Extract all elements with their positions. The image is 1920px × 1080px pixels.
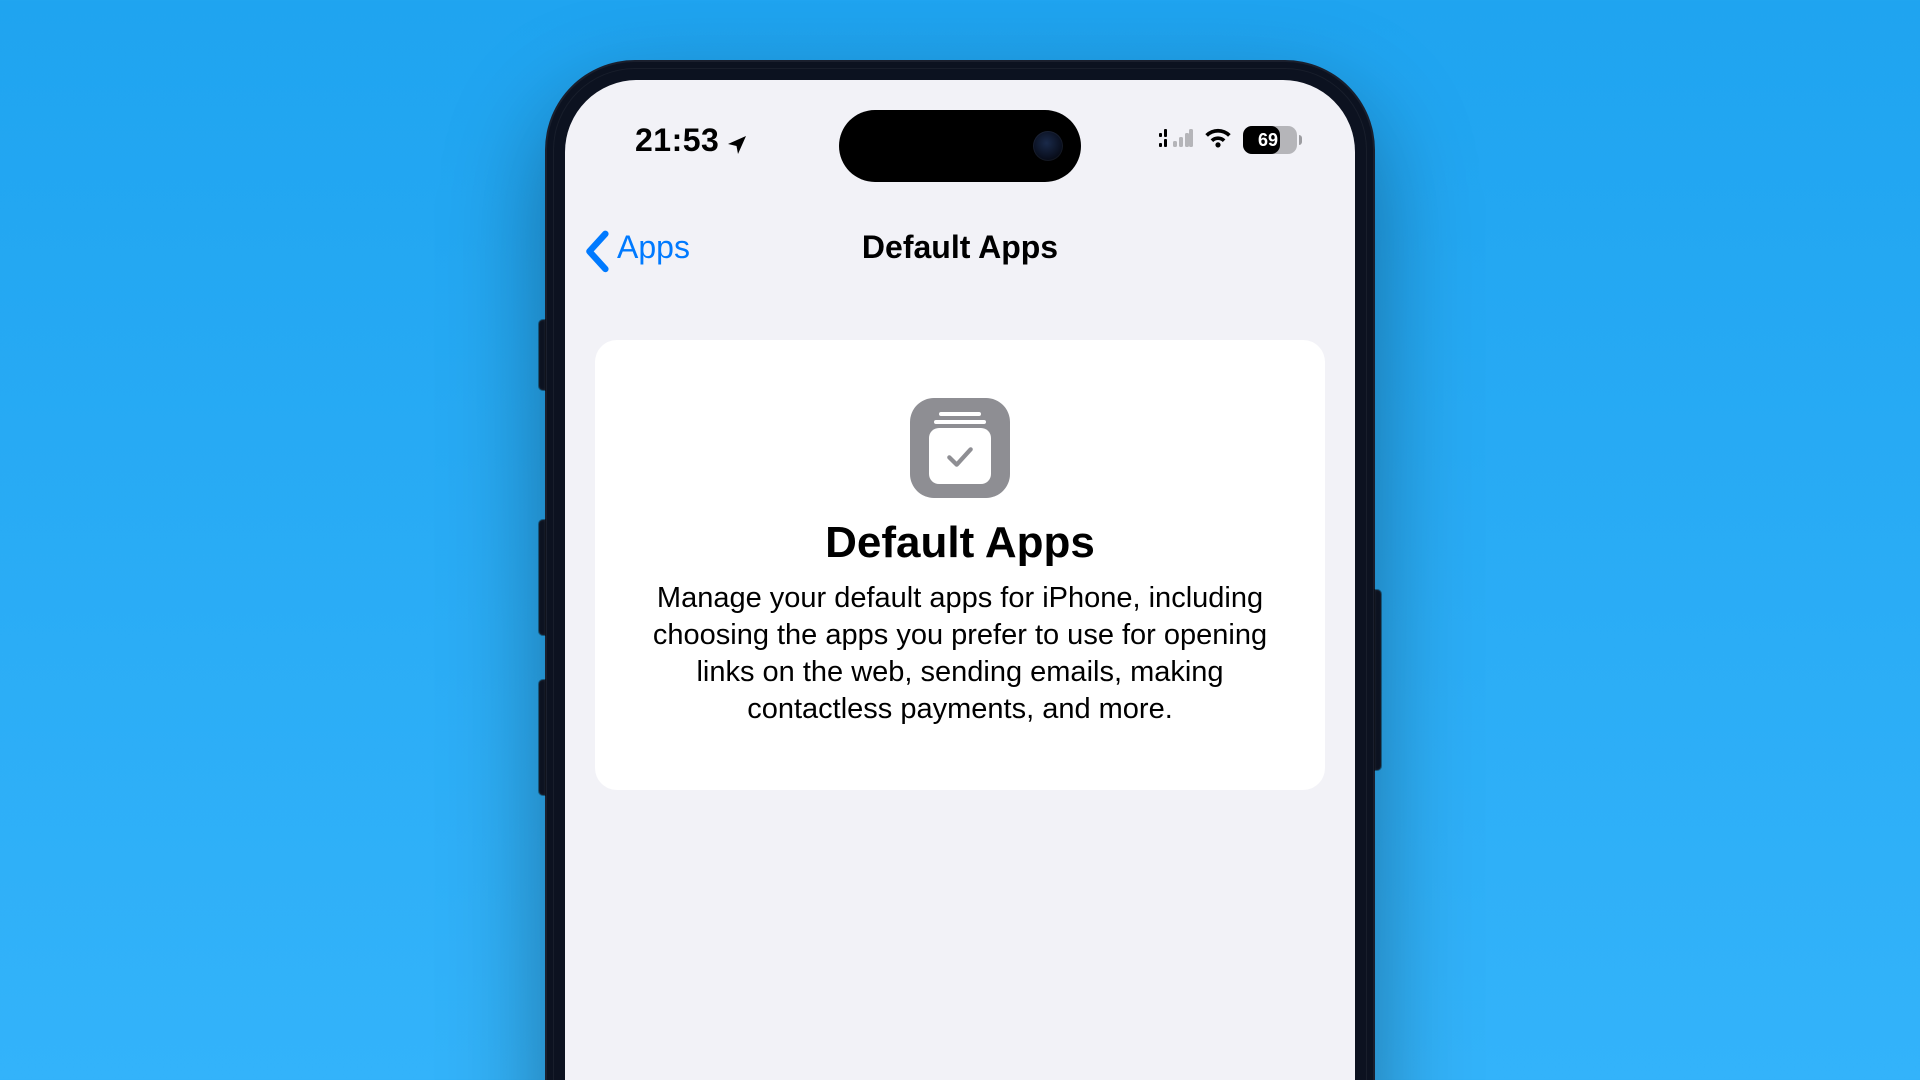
status-time: 21:53 bbox=[635, 122, 719, 159]
wifi-icon bbox=[1203, 127, 1233, 154]
chevron-left-icon bbox=[583, 229, 615, 265]
card-description: Manage your default apps for iPhone, inc… bbox=[645, 580, 1275, 728]
battery-percent: 69 bbox=[1243, 130, 1297, 151]
side-button-volume-up bbox=[539, 520, 545, 635]
screen: 21:53 bbox=[565, 80, 1355, 1080]
dynamic-island[interactable] bbox=[839, 110, 1081, 182]
location-icon bbox=[725, 128, 749, 152]
status-left: 21:53 bbox=[635, 122, 749, 159]
back-label: Apps bbox=[617, 229, 690, 266]
nav-bar: Apps Default Apps bbox=[565, 212, 1355, 282]
content-area: Default Apps Manage your default apps fo… bbox=[595, 340, 1325, 1080]
info-card: Default Apps Manage your default apps fo… bbox=[595, 340, 1325, 790]
iphone-frame: 21:53 bbox=[545, 60, 1375, 1080]
back-button[interactable]: Apps bbox=[583, 229, 690, 266]
front-camera-icon bbox=[1033, 131, 1063, 161]
side-button-volume-down bbox=[539, 680, 545, 795]
card-title: Default Apps bbox=[645, 518, 1275, 568]
battery-indicator: 69 bbox=[1243, 126, 1297, 154]
cellular-dual-sim-icon bbox=[1159, 127, 1193, 154]
side-button-power bbox=[1375, 590, 1381, 770]
status-right: 69 bbox=[1159, 126, 1297, 154]
side-button-silent bbox=[539, 320, 545, 390]
default-apps-icon bbox=[910, 398, 1010, 498]
